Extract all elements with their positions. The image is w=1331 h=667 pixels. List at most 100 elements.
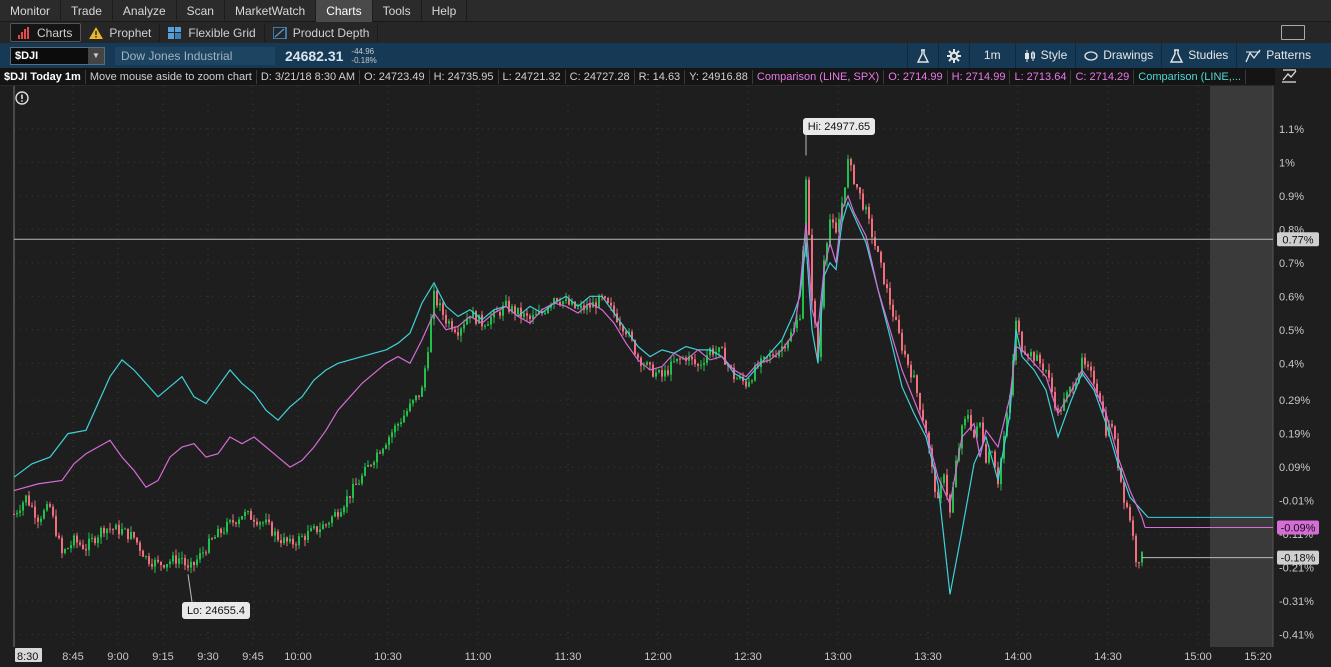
candle-body xyxy=(1042,363,1044,371)
candle-body xyxy=(76,535,78,543)
candle-body xyxy=(904,350,906,355)
candle-body xyxy=(124,528,126,530)
main-menu-bar: Monitor Trade Analyze Scan MarketWatch C… xyxy=(0,0,1331,22)
menu-charts[interactable]: Charts xyxy=(316,0,373,22)
candle-body xyxy=(751,380,753,383)
x-tick-label: 9:30 xyxy=(197,651,218,663)
candle-body xyxy=(352,483,354,498)
aggregation-button[interactable]: 1m xyxy=(968,43,1015,68)
zoom-hint: Move mouse aside to zoom chart xyxy=(86,69,257,84)
candle-body xyxy=(343,507,345,513)
gear-icon xyxy=(946,48,961,63)
sub-tabs: Charts Prophet Flexible Grid Product Dep… xyxy=(0,22,1331,43)
candle-body xyxy=(334,512,336,517)
bar-close: C: 24727.28 xyxy=(566,69,635,84)
candle-body xyxy=(304,536,306,541)
candle-body xyxy=(679,358,681,360)
candle-body xyxy=(151,563,153,567)
candle-body xyxy=(118,525,120,535)
candle-body xyxy=(400,422,402,424)
candle-body xyxy=(964,418,966,426)
candle-body xyxy=(1036,354,1038,361)
price-chart[interactable]: 1.1%1%0.9%0.8%0.7%0.6%0.5%0.4%0.29%0.19%… xyxy=(0,86,1331,667)
candle-body xyxy=(247,511,249,513)
x-tick-label: 10:00 xyxy=(284,651,312,663)
comparison-spx-close: C: 2714.29 xyxy=(1071,69,1135,84)
x-tick-label: 13:30 xyxy=(914,651,942,663)
candle-body xyxy=(394,425,396,433)
candle-body xyxy=(163,565,165,568)
candle-body xyxy=(850,159,852,166)
menu-monitor[interactable]: Monitor xyxy=(0,0,62,22)
style-button[interactable]: Style xyxy=(1014,43,1076,68)
candle-body xyxy=(1138,562,1140,564)
axis-settings-icon[interactable] xyxy=(1280,68,1298,84)
candle-body xyxy=(913,375,915,378)
x-tick-label: 12:00 xyxy=(644,651,672,663)
drawings-button[interactable]: Drawings xyxy=(1075,43,1161,68)
candle-body xyxy=(142,550,144,557)
candle-body xyxy=(580,305,582,309)
y-tick-label: 0.7% xyxy=(1279,258,1304,270)
candle-body xyxy=(661,370,663,377)
candle-body xyxy=(625,331,627,335)
candle-body xyxy=(49,504,51,507)
y-tick-label: 1% xyxy=(1279,157,1295,169)
candle-body xyxy=(487,324,489,326)
candle-body xyxy=(166,564,168,568)
candle-body xyxy=(187,565,189,568)
chart-info-bar: $DJI Today 1m Move mouse aside to zoom c… xyxy=(0,68,1275,86)
settings-button[interactable] xyxy=(937,43,969,68)
candle-body xyxy=(88,538,90,551)
menu-trade[interactable]: Trade xyxy=(61,0,113,22)
candle-body xyxy=(112,529,114,531)
candle-body xyxy=(295,544,297,546)
candle-body xyxy=(43,510,45,519)
candle-body xyxy=(28,495,30,506)
menu-tools[interactable]: Tools xyxy=(373,0,422,22)
y-tick-label: -0.01% xyxy=(1279,496,1314,508)
comparison-spx-high: H: 2714.99 xyxy=(948,69,1011,84)
subtab-charts[interactable]: Charts xyxy=(10,23,82,42)
patterns-button[interactable]: Patterns xyxy=(1236,43,1331,68)
studies-button[interactable]: Studies xyxy=(1161,43,1236,68)
window-mode-button[interactable] xyxy=(1281,25,1305,40)
change-value: -44.96 xyxy=(351,46,375,56)
symbol-input[interactable]: $DJI ▼ xyxy=(10,46,105,65)
pattern-icon xyxy=(1245,49,1261,62)
candle-body xyxy=(322,524,324,530)
candle-body xyxy=(1048,370,1050,378)
candle-body xyxy=(217,528,219,538)
candle-body xyxy=(529,315,531,319)
menu-analyze[interactable]: Analyze xyxy=(113,0,177,22)
menu-help[interactable]: Help xyxy=(422,0,468,22)
comparison-spx-open: O: 2714.99 xyxy=(884,69,948,84)
candle-body xyxy=(916,375,918,393)
subtab-product-depth[interactable]: Product Depth xyxy=(267,23,379,42)
candle-body xyxy=(358,483,360,485)
candle-body xyxy=(910,364,912,378)
candle-body xyxy=(133,531,135,538)
flask-button[interactable] xyxy=(906,43,938,68)
candle-body xyxy=(355,483,357,485)
chevron-down-icon[interactable]: ▼ xyxy=(88,47,104,64)
chart-title: $DJI Today 1m xyxy=(0,69,86,84)
candle-body xyxy=(868,206,870,219)
candle-body xyxy=(301,536,303,538)
candle-body xyxy=(82,544,84,549)
candle-body xyxy=(919,392,921,410)
subtab-flexible-grid[interactable]: Flexible Grid xyxy=(162,23,265,42)
candle-body xyxy=(832,219,834,223)
y-tick-label: -0.41% xyxy=(1279,630,1314,642)
candle-body xyxy=(337,512,339,517)
candle-body xyxy=(121,528,123,535)
candle-body xyxy=(1021,331,1023,352)
candle-body xyxy=(316,526,318,533)
candle-body xyxy=(232,520,234,523)
subtab-prophet[interactable]: Prophet xyxy=(83,23,161,42)
candle-body xyxy=(490,317,492,325)
candle-body xyxy=(871,218,873,238)
menu-marketwatch[interactable]: MarketWatch xyxy=(225,0,317,22)
candle-icon xyxy=(1024,49,1035,62)
menu-scan[interactable]: Scan xyxy=(177,0,225,22)
